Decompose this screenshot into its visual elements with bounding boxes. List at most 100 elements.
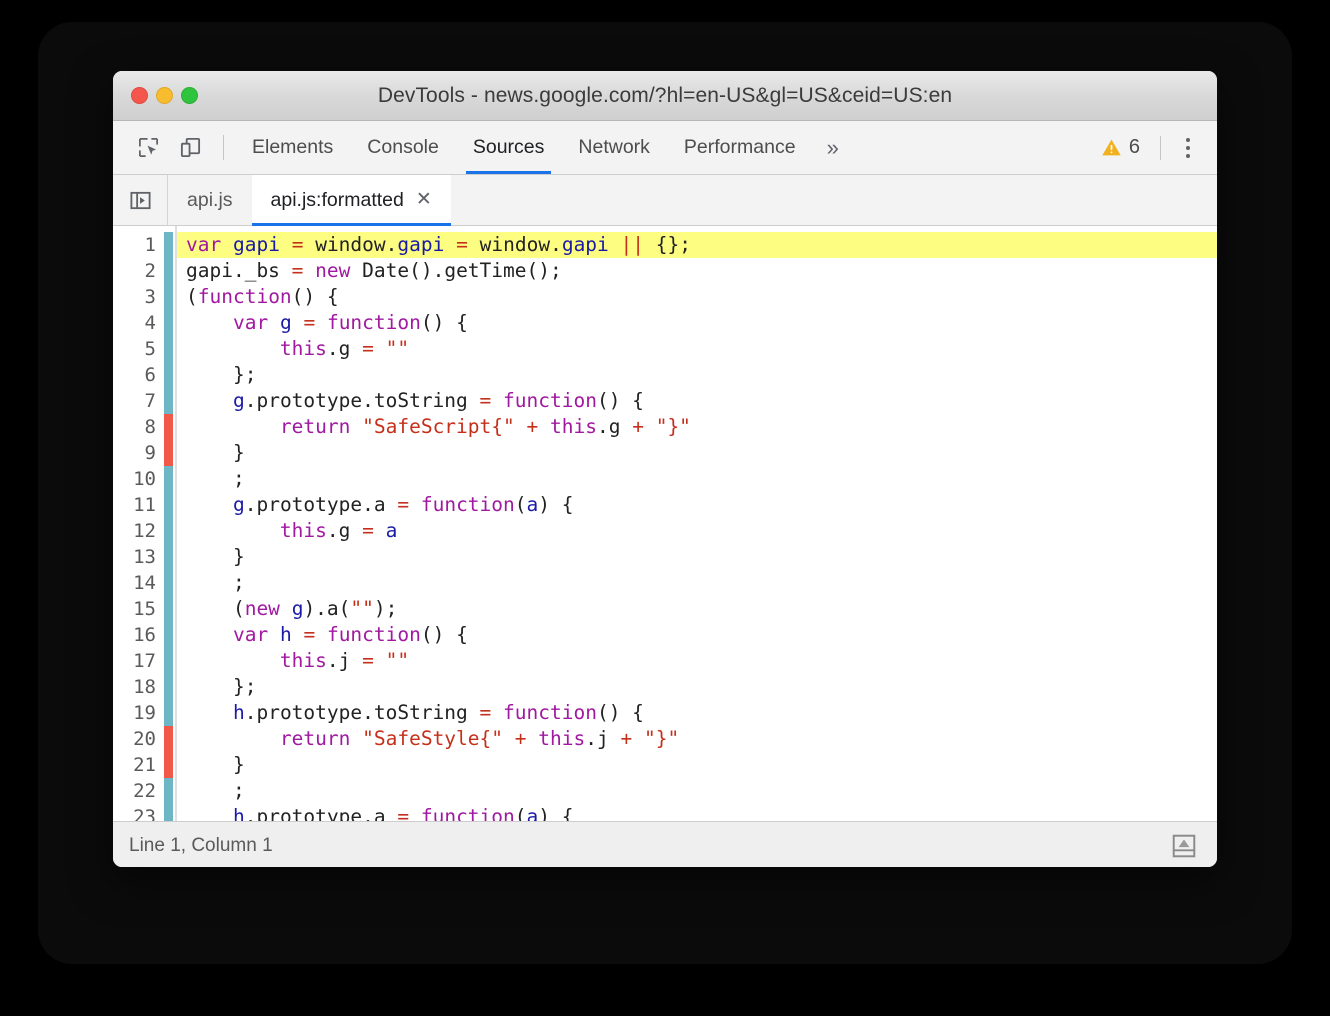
tab-performance[interactable]: Performance	[667, 121, 813, 174]
file-tab-api-js[interactable]: api.js	[168, 175, 252, 225]
pretty-print-icon[interactable]	[1167, 829, 1201, 863]
code-token: "}"	[643, 727, 680, 750]
tab-sources[interactable]: Sources	[456, 121, 562, 174]
code-line[interactable]: return "SafeStyle{" + this.j + "}"	[177, 726, 1217, 752]
maximize-window-button[interactable]	[181, 87, 198, 104]
code-line[interactable]: (new g).a("");	[177, 596, 1217, 622]
code-token: h	[232, 701, 245, 724]
code-token: .	[550, 233, 562, 256]
more-panels-label: »	[826, 134, 839, 160]
code-line[interactable]: var g = function() {	[177, 310, 1217, 336]
code-token: function	[197, 285, 292, 308]
code-line[interactable]: g.prototype.toString = function() {	[177, 388, 1217, 414]
tab-network-label: Network	[578, 136, 650, 158]
code-token: window	[315, 233, 386, 256]
code-token: "}"	[655, 415, 691, 438]
coverage-marker	[164, 362, 173, 388]
warning-triangle-icon	[1102, 139, 1121, 156]
line-number: 14	[133, 572, 156, 594]
code-token: =	[291, 259, 304, 282]
code-line[interactable]: };	[177, 674, 1217, 700]
more-panels-chevron-icon[interactable]: »	[813, 121, 853, 174]
code-line[interactable]: return "SafeScript{" + this.g + "}"	[177, 414, 1217, 440]
code-token: ""	[385, 337, 410, 360]
code-token: function	[326, 623, 421, 646]
code-token: new	[244, 597, 280, 620]
code-token: ).a(	[303, 597, 351, 620]
code-token: +	[620, 727, 633, 750]
code-token: .prototype.toString	[244, 701, 480, 724]
code-line[interactable]: this.j = ""	[177, 648, 1217, 674]
code-line[interactable]: ;	[177, 570, 1217, 596]
code-token: () {	[420, 311, 468, 334]
tab-console[interactable]: Console	[350, 121, 456, 174]
warning-status-badge[interactable]: 6	[1091, 136, 1150, 159]
source-code-editor[interactable]: 1 2 3 4 5 6 7 8 9 10 11 12 13 14 15 16 17 18 19 20 21 22 23 va…	[113, 226, 1217, 821]
code-line[interactable]: h.prototype.a = function(a) {	[177, 804, 1217, 821]
line-number: 6	[144, 364, 156, 386]
device-toolbar-icon[interactable]	[169, 121, 211, 174]
code-line[interactable]: this.g = ""	[177, 336, 1217, 362]
inspect-element-icon[interactable]	[127, 121, 169, 174]
toolbar-right-group: 6	[1091, 121, 1217, 174]
code-token: };	[186, 363, 257, 386]
tab-network[interactable]: Network	[561, 121, 667, 174]
close-icon[interactable]: ✕	[416, 190, 432, 209]
code-line[interactable]: h.prototype.toString = function() {	[177, 700, 1217, 726]
code-line[interactable]: ;	[177, 466, 1217, 492]
code-line[interactable]: var h = function() {	[177, 622, 1217, 648]
code-token: .g	[326, 337, 363, 360]
toolbar-divider-right	[1160, 135, 1161, 160]
show-navigator-icon[interactable]	[113, 175, 168, 225]
tab-console-label: Console	[367, 136, 439, 158]
code-token: );	[373, 597, 398, 620]
code-content[interactable]: var gapi = window.gapi = window.gapi || …	[177, 226, 1217, 821]
coverage-marker	[164, 804, 173, 821]
code-line[interactable]: g.prototype.a = function(a) {	[177, 492, 1217, 518]
kebab-dot	[1186, 153, 1190, 158]
code-line[interactable]: gapi._bs = new Date().getTime();	[177, 258, 1217, 284]
code-token: (	[186, 597, 245, 620]
code-line[interactable]: this.g = a	[177, 518, 1217, 544]
code-token: g	[291, 597, 304, 620]
file-tab-api-js-formatted[interactable]: api.js:formatted ✕	[251, 175, 451, 226]
code-line[interactable]: }	[177, 544, 1217, 570]
code-line[interactable]: };	[177, 362, 1217, 388]
code-token: =	[362, 519, 374, 542]
coverage-marker	[164, 726, 173, 752]
code-token: () {	[420, 623, 468, 646]
more-options-icon[interactable]	[1171, 137, 1205, 158]
code-token: gapi	[561, 233, 609, 256]
code-token: }	[186, 441, 245, 464]
code-line[interactable]: ;	[177, 778, 1217, 804]
code-line[interactable]: (function() {	[177, 284, 1217, 310]
code-token: +	[526, 415, 539, 438]
code-token: "SafeStyle{"	[362, 727, 504, 750]
code-token: return	[279, 727, 351, 750]
code-token: window	[479, 233, 551, 256]
code-token: this	[279, 337, 327, 360]
code-line[interactable]: }	[177, 752, 1217, 778]
tab-elements[interactable]: Elements	[235, 121, 350, 174]
code-token: };	[186, 675, 257, 698]
code-line[interactable]: var gapi = window.gapi = window.gapi || …	[177, 232, 1217, 258]
code-line[interactable]: }	[177, 440, 1217, 466]
minimize-window-button[interactable]	[156, 87, 173, 104]
coverage-marker	[164, 622, 173, 648]
close-window-button[interactable]	[131, 87, 148, 104]
code-token: h	[232, 805, 245, 821]
code-token: () {	[596, 701, 644, 724]
code-token: a	[526, 805, 539, 821]
line-number: 18	[133, 676, 156, 698]
code-token: Date().getTime();	[350, 259, 562, 282]
coverage-marker	[164, 336, 173, 362]
